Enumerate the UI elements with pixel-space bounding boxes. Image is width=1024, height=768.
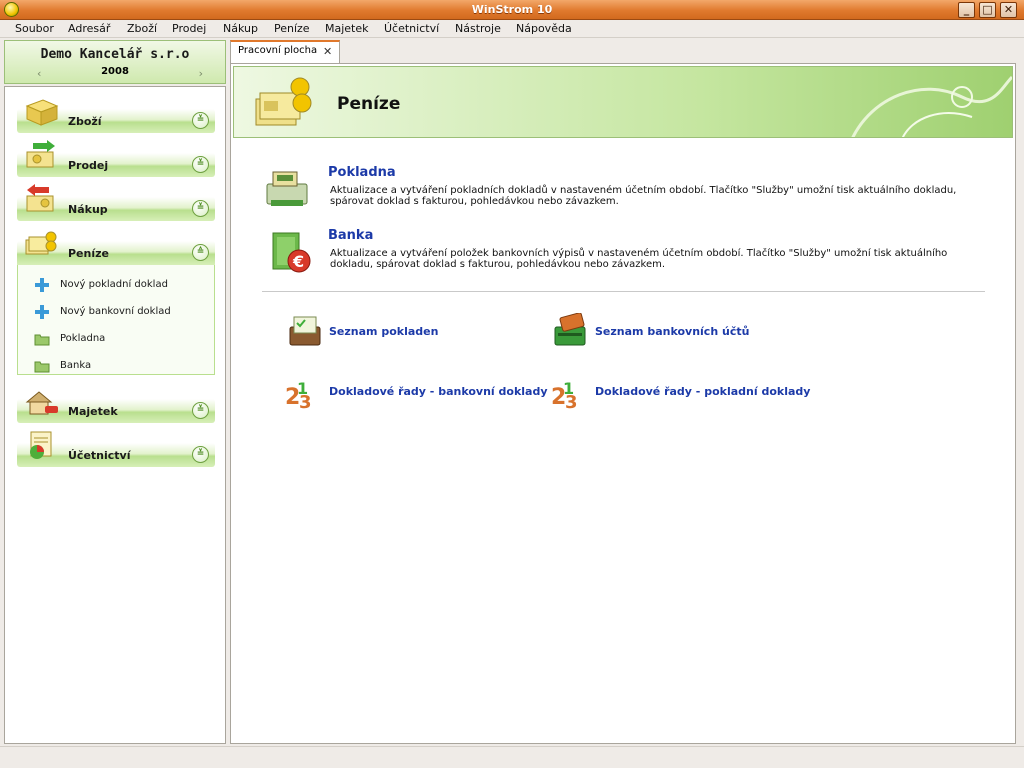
menu-nakup[interactable]: Nákup	[223, 22, 258, 35]
seznam-bankovnich-uctu-link[interactable]: Seznam bankovních účtů	[595, 325, 749, 338]
dokladove-rady-pokladni-link[interactable]: Dokladové řady - pokladní doklady	[595, 385, 810, 398]
sales-icon	[26, 140, 55, 168]
penize-submenu: Nový pokladní doklad Nový bankovní dokla…	[17, 265, 215, 375]
menu-ucetnictvi[interactable]: Účetnictví	[384, 22, 439, 35]
accounting-year: 2008	[101, 66, 129, 77]
description-line: Aktualizace a vytváření pokladních dokla…	[330, 185, 957, 196]
module-banner: Peníze	[233, 66, 1013, 138]
chevron-down-icon[interactable]: ≚	[192, 200, 209, 217]
window-title: WinStrom 10	[471, 3, 553, 16]
section-divider	[262, 291, 985, 292]
chevron-down-icon[interactable]: ≚	[192, 446, 209, 463]
plus-icon	[35, 305, 49, 319]
close-tab-icon[interactable]: ✕	[323, 45, 332, 58]
cash-register-list-icon	[289, 316, 321, 346]
module-title: Peníze	[337, 94, 401, 114]
minimize-button[interactable]: _	[958, 2, 975, 18]
section-zbozi[interactable]: Zboží ≚	[17, 99, 215, 133]
money-icon	[25, 231, 57, 255]
seznam-pokladen-link[interactable]: Seznam pokladen	[329, 325, 438, 338]
cash-register-icon	[266, 171, 308, 206]
chevron-up-icon[interactable]: ≙	[192, 244, 209, 261]
menu-adresar[interactable]: Adresář	[68, 22, 110, 35]
svg-text:€: €	[292, 252, 304, 271]
tab-pracovni-plocha[interactable]: Pracovní plocha ✕	[230, 40, 340, 64]
description-line: dokladu, spárovat doklad s fakturou, poh…	[330, 259, 666, 270]
svg-text:3: 3	[299, 392, 312, 410]
chevron-down-icon[interactable]: ≚	[192, 156, 209, 173]
maximize-button[interactable]: □	[979, 2, 996, 18]
property-icon	[25, 391, 58, 415]
status-bar	[0, 746, 1024, 768]
item-label: Nový pokladní doklad	[60, 279, 168, 290]
purchase-icon	[26, 184, 54, 212]
item-label: Banka	[60, 360, 92, 371]
accounting-icon	[30, 431, 52, 459]
plus-icon	[35, 278, 49, 292]
chevron-down-icon[interactable]: ≚	[192, 112, 209, 129]
section-prodej[interactable]: Prodej ≚	[17, 140, 215, 177]
left-panel: Demo Kancelář s.r.o ‹ 2008 › Zboží ≚ Pro…	[4, 40, 226, 744]
window-titlebar: WinStrom 10 _ □ ✕	[0, 0, 1024, 20]
banka-link[interactable]: Banka	[328, 228, 373, 243]
folder-icon	[34, 334, 50, 346]
section-penize[interactable]: Peníze ≙	[17, 231, 215, 265]
next-year-button[interactable]: ›	[199, 67, 203, 80]
bank-euro-icon: €	[272, 232, 311, 273]
menu-majetek[interactable]: Majetek	[325, 22, 369, 35]
dokladove-rady-bankovni-link[interactable]: Dokladové řady - bankovní doklady	[329, 385, 548, 398]
section-label: Účetnictví	[68, 449, 131, 462]
description-line: Aktualizace a vytváření položek bankovní…	[330, 248, 948, 259]
section-majetek[interactable]: Majetek ≚	[17, 391, 215, 423]
number-series-icon: 2 1 3	[551, 379, 578, 410]
section-label: Majetek	[68, 405, 118, 418]
section-label: Peníze	[68, 247, 109, 260]
item-label: Nový bankovní doklad	[60, 306, 171, 317]
close-window-button[interactable]: ✕	[1000, 2, 1017, 18]
money-icon	[255, 77, 312, 126]
section-nakup[interactable]: Nákup ≚	[17, 184, 215, 221]
pokladna-link[interactable]: Pokladna	[328, 165, 396, 180]
company-header: Demo Kancelář s.r.o ‹ 2008 ›	[4, 40, 226, 84]
tab-label: Pracovní plocha	[238, 45, 318, 56]
menu-napoveda[interactable]: Nápověda	[516, 22, 572, 35]
menu-bar: Soubor Adresář Zboží Prodej Nákup Peníze…	[0, 20, 1024, 38]
pokladna-description: Aktualizace a vytváření pokladních dokla…	[330, 185, 970, 207]
section-label: Zboží	[68, 115, 102, 128]
description-line: spárovat doklad s fakturou, pohledávkou …	[330, 196, 619, 207]
svg-text:3: 3	[565, 392, 578, 410]
section-label: Prodej	[68, 159, 109, 172]
workspace: Peníze Pokladna Aktualizace a vytváření …	[230, 63, 1016, 744]
menu-penize[interactable]: Peníze	[274, 22, 310, 35]
module-navigation: Zboží ≚ Prodej ≚ Nákup ≚ Peníze ≙ Nový p…	[4, 86, 226, 744]
banka-description: Aktualizace a vytváření položek bankovní…	[330, 248, 970, 270]
number-series-icon: 2 1 3	[285, 379, 312, 410]
menu-zbozi[interactable]: Zboží	[127, 22, 157, 35]
company-name: Demo Kancelář s.r.o	[40, 47, 190, 62]
goods-box-icon	[25, 99, 59, 126]
section-label: Nákup	[68, 203, 108, 216]
section-ucetnictvi[interactable]: Účetnictví ≚	[17, 431, 215, 467]
menu-nastroje[interactable]: Nástroje	[455, 22, 501, 35]
folder-icon	[34, 361, 50, 373]
menu-prodej[interactable]: Prodej	[172, 22, 206, 35]
bank-card-icon	[554, 313, 586, 346]
menu-soubor[interactable]: Soubor	[15, 22, 54, 35]
decorative-swirl	[851, 75, 1012, 137]
chevron-down-icon[interactable]: ≚	[192, 402, 209, 419]
item-label: Pokladna	[60, 333, 106, 344]
